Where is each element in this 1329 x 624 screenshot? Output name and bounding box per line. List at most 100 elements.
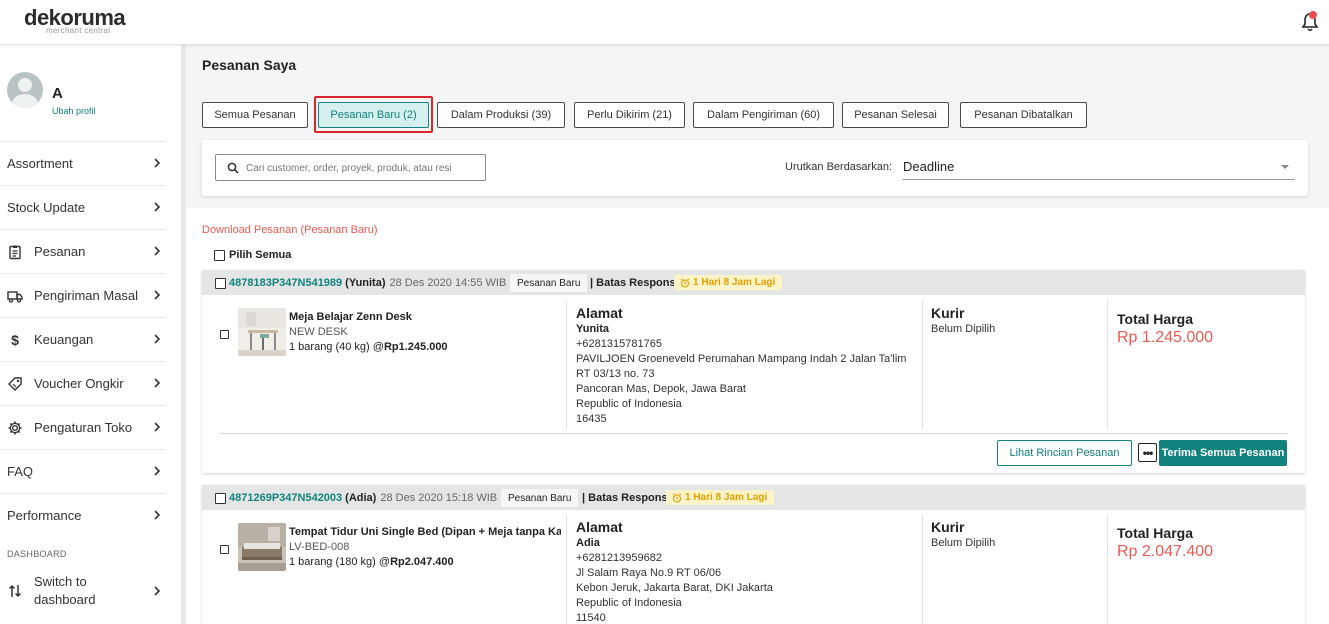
download-orders-link[interactable]: Download Pesanan (Pesanan Baru) (202, 224, 378, 236)
select-all-label: Pilih Semua (229, 249, 292, 261)
avatar[interactable] (7, 72, 43, 108)
product-name[interactable]: Meja Belajar Zenn Desk (289, 311, 561, 323)
order-header: 4871269P347N542003 (Adia) 28 Des 2020 15… (202, 485, 1305, 510)
sidebar-item-switch-dashboard[interactable]: Switch to dashboard (0, 563, 166, 619)
address-line: 16435 (576, 413, 607, 425)
total-title: Total Harga (1117, 311, 1193, 327)
sidebar-item-label: Pengiriman Masal (34, 288, 139, 303)
dashboard-section-label: DASHBOARD (7, 549, 67, 559)
address-line: Pancoran Mas, Depok, Jawa Barat (576, 383, 746, 395)
divider (219, 433, 1288, 434)
courier-value: Belum Dipilih (931, 537, 996, 549)
total-price: Rp 1.245.000 (1117, 329, 1214, 346)
switch-arrows-icon (8, 584, 22, 598)
product-name[interactable]: Tempat Tidur Uni Single Bed (Dipan + Mej… (289, 526, 561, 538)
sort-dropdown[interactable]: Deadline (903, 153, 1295, 180)
column-divider (566, 515, 567, 624)
address-line: +6281315781765 (576, 338, 662, 350)
sidebar-item-label: Performance (7, 508, 82, 523)
address-title: Alamat (576, 305, 623, 321)
order-customer: (Yunita) (345, 277, 386, 289)
sidebar-item-pengiriman-masal[interactable]: Pengiriman Masal (0, 273, 166, 317)
address-title: Alamat (576, 519, 623, 535)
sidebar-item-assortment[interactable]: Assortment (0, 141, 166, 185)
order-id-link[interactable]: 4871269P347N542003 (229, 492, 342, 504)
chevron-right-icon (154, 246, 161, 256)
sidebar-item-label: Pengaturan Toko (34, 420, 133, 435)
order-id-link[interactable]: 4878183P347N541989 (229, 277, 342, 289)
tab-pesanan-baru[interactable]: Pesanan Baru (2) (318, 102, 429, 128)
order-checkbox[interactable] (215, 493, 226, 504)
status-badge: Pesanan Baru (501, 489, 579, 507)
order-checkbox[interactable] (215, 278, 226, 289)
column-divider (1107, 515, 1108, 624)
chevron-right-icon (154, 334, 161, 344)
top-bar: dekoruma merchant central (0, 0, 1329, 45)
column-divider (566, 300, 567, 429)
sidebar-item-label: FAQ (7, 464, 34, 479)
chevron-right-icon (154, 586, 161, 596)
filter-bar: Urutkan Berdasarkan: Deadline (202, 140, 1308, 196)
order-meta: 4871269P347N542003 (Adia) 28 Des 2020 15… (229, 492, 497, 504)
select-all-checkbox[interactable] (214, 249, 225, 261)
tab-pesanan-selesai[interactable]: Pesanan Selesai (842, 102, 949, 128)
tab-dalam-produksi[interactable]: Dalam Produksi (39) (437, 102, 565, 128)
address-line: 11540 (576, 612, 606, 624)
gear-icon (8, 421, 22, 434)
profile-section: A Ubah profil (0, 45, 182, 141)
courier-title: Kurir (931, 519, 965, 535)
column-divider (922, 515, 923, 624)
order-customer: (Adia) (345, 492, 377, 504)
tab-perlu-dikirim[interactable]: Perlu Dikirim (21) (574, 102, 685, 128)
truck-icon (7, 290, 23, 303)
alarm-clock-icon (680, 277, 690, 288)
view-order-details-button[interactable]: Lihat Rincian Pesanan (997, 440, 1132, 466)
item-checkbox[interactable] (220, 545, 229, 554)
address-line: Jl Salam Raya No.9 RT 06/06 (576, 567, 722, 579)
sidebar-item-label: Assortment (7, 156, 73, 171)
sidebar-item-stock-update[interactable]: Stock Update (0, 185, 166, 229)
voucher-icon (8, 376, 22, 391)
sidebar-item-pengaturan-toko[interactable]: Pengaturan Toko (0, 405, 166, 449)
sidebar-item-keuangan[interactable]: $ Keuangan (0, 317, 166, 361)
chevron-right-icon (154, 202, 161, 212)
chevron-right-icon (154, 422, 161, 432)
order-date: 28 Des 2020 15:18 WIB (380, 492, 498, 504)
tab-pesanan-dibatalkan[interactable]: Pesanan Dibatalkan (960, 102, 1087, 128)
accept-all-orders-button[interactable]: Terima Semua Pesanan (1159, 440, 1287, 466)
profile-name: A (52, 85, 63, 102)
sidebar-item-voucher-ongkir[interactable]: Voucher Ongkir (0, 361, 166, 405)
select-all[interactable]: Pilih Semua (214, 249, 291, 261)
sidebar-item-faq[interactable]: FAQ (0, 449, 166, 493)
address-line: Kebon Jeruk, Jakarta Barat, DKI Jakarta (576, 582, 773, 594)
product-image[interactable] (238, 308, 286, 356)
product-quantity: 1 barang (40 kg) @Rp1.245.000 (289, 341, 448, 353)
order-card: 4878183P347N541989 (Yunita) 28 Des 2020 … (202, 270, 1305, 473)
sidebar-item-pesanan[interactable]: Pesanan (0, 229, 166, 273)
sidebar-item-performance[interactable]: Performance (0, 493, 166, 537)
more-options-button[interactable]: ••• (1138, 443, 1157, 462)
courier-title: Kurir (931, 305, 965, 321)
address-line: Republic of Indonesia (576, 398, 682, 410)
search-field[interactable] (215, 154, 486, 181)
item-checkbox[interactable] (220, 330, 229, 339)
response-timer: 1 Hari 8 Jam Lagi (674, 275, 783, 290)
product-quantity: 1 barang (180 kg) @Rp2.047.400 (289, 556, 454, 568)
tab-semua-pesanan[interactable]: Semua Pesanan (202, 102, 308, 128)
alarm-clock-icon (672, 492, 682, 503)
chevron-right-icon (154, 290, 161, 300)
sidebar: A Ubah profil Assortment Stock Update Pe… (0, 45, 182, 624)
sidebar-item-label: Switch to dashboard (34, 574, 96, 607)
edit-profile-link[interactable]: Ubah profil (52, 106, 96, 116)
courier-value: Belum Dipilih (931, 323, 996, 335)
clipboard-icon (9, 245, 21, 259)
sidebar-menu: Assortment Stock Update Pesanan Pengirim… (0, 141, 182, 537)
dekoruma-logo[interactable]: dekoruma merchant central (24, 7, 126, 36)
search-input[interactable] (246, 159, 480, 177)
chevron-right-icon (154, 510, 161, 520)
order-card: 4871269P347N542003 (Adia) 28 Des 2020 15… (202, 485, 1305, 624)
product-image[interactable] (238, 523, 286, 571)
sidebar-item-label: Voucher Ongkir (34, 376, 124, 391)
address-line: +6281213959682 (576, 552, 662, 564)
tab-dalam-pengiriman[interactable]: Dalam Pengiriman (60) (693, 102, 834, 128)
